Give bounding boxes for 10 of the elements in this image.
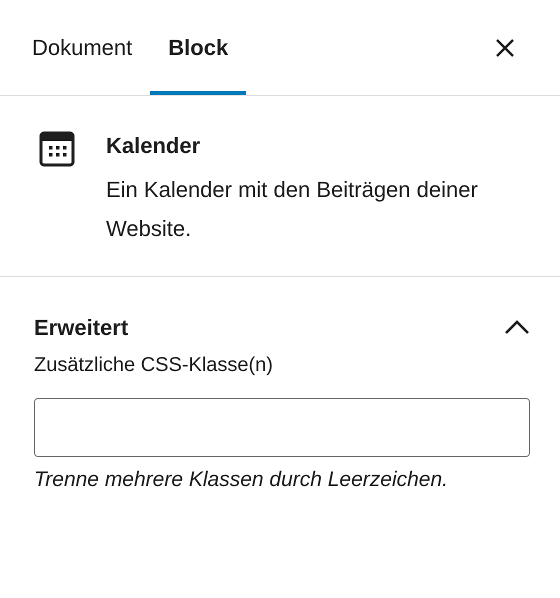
tab[interactable]: Block xyxy=(150,0,246,95)
tab[interactable]: Dokument xyxy=(14,0,150,95)
chevron-icon xyxy=(504,319,530,335)
field-help: Trenne mehrere Klassen durch Leerzeichen. xyxy=(34,467,450,493)
css-class-input[interactable] xyxy=(34,398,530,457)
close-icon xyxy=(494,36,516,58)
calendar-icon xyxy=(38,130,76,168)
field-label: Zusätzliche CSS-Klasse(n) xyxy=(34,353,274,378)
block-description: Ein Kalender mit den Beiträgen deiner Website. xyxy=(106,176,479,243)
block-title: Kalender xyxy=(106,132,202,160)
